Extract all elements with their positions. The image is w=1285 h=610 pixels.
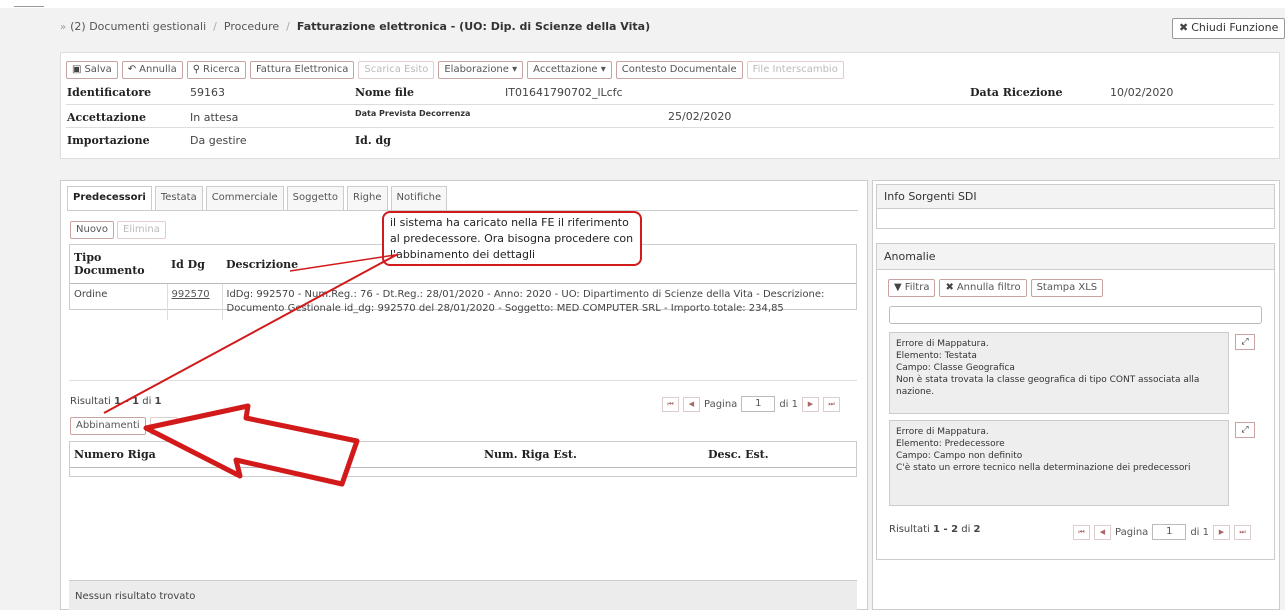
annotation-line xyxy=(289,254,396,272)
annotation-line xyxy=(103,253,399,414)
big-arrow-icon xyxy=(143,403,360,487)
annotation-arrows xyxy=(103,253,399,487)
